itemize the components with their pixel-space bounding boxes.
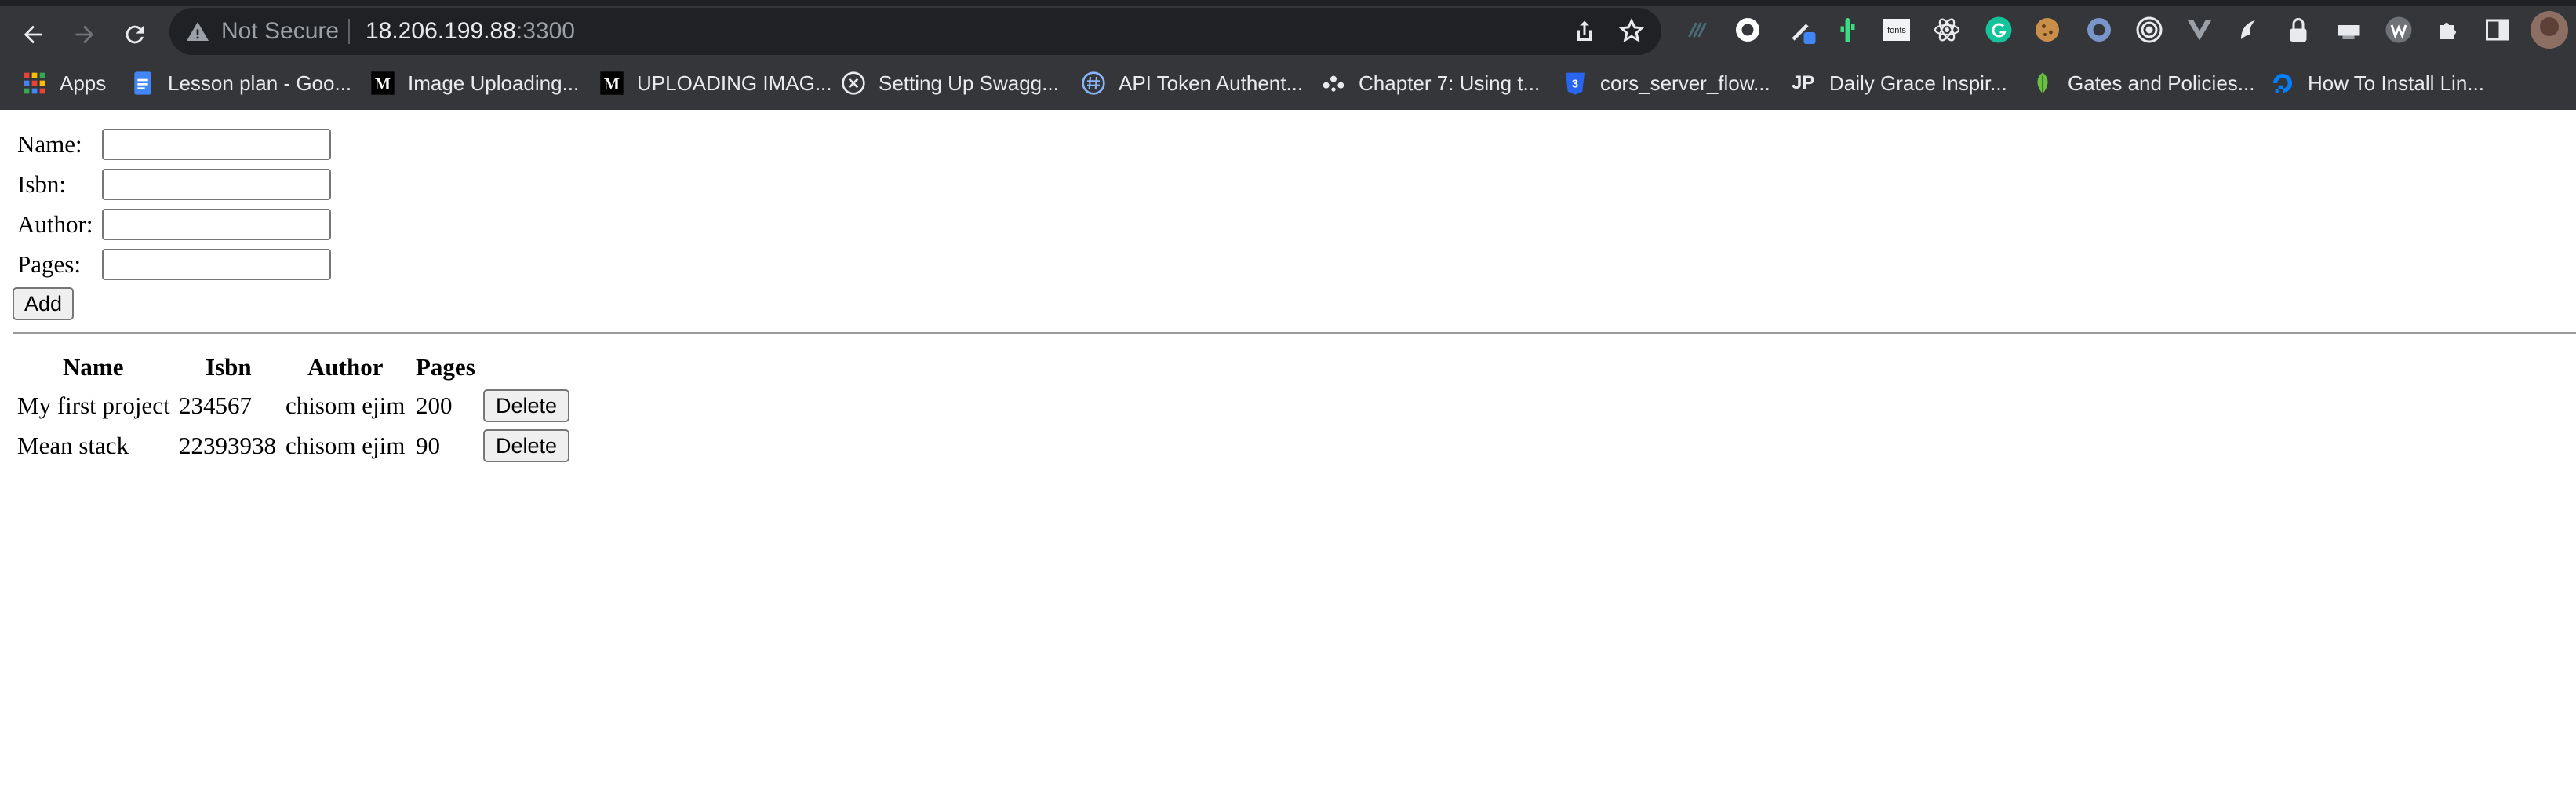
url-text[interactable]: 18.206.199.88:3300 [366,16,575,47]
name-label: Name: [17,130,82,158]
bookmark-how-to-install[interactable]: How To Install Lin... [2270,66,2484,100]
cell-author: chisom ejim [286,392,406,419]
target-icon[interactable] [2135,16,2163,44]
screen-capture-icon[interactable] [2334,16,2363,44]
bookmark-label: Lesson plan - Goo... [168,71,352,95]
bookmark-swagger[interactable]: Setting Up Swagg... [841,66,1059,100]
back-arrow-icon [24,25,42,44]
bookmark-label: cors_server_flow... [1600,71,1770,95]
medium-icon: M [600,71,624,95]
bookmark-label: How To Install Lin... [2308,71,2484,95]
lock-icon[interactable] [2284,16,2312,44]
grammarly-icon[interactable] [1985,16,2013,44]
bookmark-label: Daily Grace Inspir... [1829,71,2007,95]
react-devtools-icon[interactable] [1933,16,1961,44]
bookmark-label: UPLOADING IMAG... [637,71,832,95]
fonts-icon[interactable]: fonts [1883,16,1911,44]
bookmark-star-icon[interactable] [1617,17,1646,46]
record-icon[interactable] [1734,16,1762,44]
dark-reader-icon[interactable] [2234,16,2262,44]
forward-arrow-icon [75,25,94,44]
digitalocean-icon [2273,74,2292,93]
add-button[interactable]: Add [13,287,74,320]
isbn-label: Isbn: [17,170,66,198]
url-host: 18.206.199.88 [366,18,516,44]
cell-pages: 90 [416,432,440,459]
forward-button[interactable] [66,16,104,53]
name-input[interactable] [102,129,331,160]
svg-text:fonts: fonts [1887,26,1906,35]
browser-chrome: Not Secure 18.206.199.88:3300 fonts Apps… [0,0,2576,110]
bookmark-label: Gates and Policies... [2068,71,2255,95]
share-icon[interactable] [1570,17,1599,46]
window-top-strip [0,0,2576,6]
bookmark-lesson-plan[interactable]: Lesson plan - Goo... [130,66,351,100]
reload-icon [126,25,144,44]
warning-icon [187,22,209,41]
cell-pages: 200 [416,392,453,419]
cookie-icon[interactable] [2033,16,2061,44]
delete-button[interactable]: Delete [483,429,569,462]
dots-icon [1323,75,1344,92]
pages-label: Pages: [17,250,81,278]
bookmark-gates-policies[interactable]: Gates and Policies... [2030,66,2254,100]
column-header-name: Name [63,353,124,381]
apps-grid-icon [24,72,45,94]
page-content: Name: Isbn: Author: Pages: Add Name Isbn… [0,110,2576,788]
author-label: Author: [17,210,93,238]
omnibox-divider [348,19,350,44]
column-header-isbn: Isbn [206,353,252,381]
side-panel-icon[interactable] [2483,16,2512,44]
cell-author: chisom ejim [286,432,406,459]
tailwind-icon[interactable] [1683,16,1712,44]
bookmark-cors-server[interactable]: 3 cors_server_flow... [1563,66,1770,100]
bookmark-label: Image Uploading... [408,71,580,95]
back-button[interactable] [14,16,52,53]
wappalyzer-icon[interactable] [2385,16,2413,44]
bookmark-image-uploading[interactable]: M Image Uploading... [370,66,579,100]
bookmark-label: API Token Authent... [1119,71,1304,95]
css3-icon: 3 [1566,72,1585,95]
medium-icon: M [371,71,395,95]
cell-name: My first project [17,392,170,419]
bookmark-label: Apps [60,71,107,95]
bookmark-apps[interactable]: Apps [22,66,106,100]
swagger-icon [842,71,865,95]
profile-avatar[interactable] [2531,11,2568,49]
bookmark-label: Setting Up Swagg... [879,71,1059,95]
cell-isbn: 22393938 [179,432,276,459]
cactus-icon[interactable] [1832,16,1861,44]
delete-button[interactable]: Delete [483,389,569,422]
pages-input[interactable] [102,249,331,280]
hashnode-icon [1082,71,1105,95]
svg-text:M: M [375,75,391,93]
divider [13,332,2576,334]
address-bar[interactable]: Not Secure 18.206.199.88:3300 [169,8,1661,55]
column-header-pages: Pages [416,353,475,381]
eyedropper-icon[interactable] [1788,16,1817,44]
bookmark-daily-grace[interactable]: JP Daily Grace Inspir... [1792,66,2007,100]
url-port: :3300 [515,18,575,44]
cell-name: Mean stack [17,432,129,459]
column-header-author: Author [307,353,384,381]
leaf-icon [2037,72,2048,94]
svg-text:M: M [604,75,620,93]
cell-isbn: 234567 [179,392,252,419]
google-docs-icon [134,71,151,95]
vpn-icon[interactable] [2085,16,2113,44]
author-input[interactable] [102,209,331,240]
reload-button[interactable] [116,16,154,53]
isbn-input[interactable] [102,169,331,200]
not-secure-label[interactable]: Not Secure [221,16,339,47]
vue-devtools-icon[interactable] [2185,16,2214,44]
puzzle-icon[interactable] [2435,16,2463,44]
bookmark-uploading-image[interactable]: M UPLOADING IMAG... [599,66,832,100]
jp-icon: JP [1792,72,1815,93]
bookmark-chapter-7[interactable]: Chapter 7: Using t... [1321,66,1540,100]
svg-text:3: 3 [1572,78,1578,90]
bookmark-api-token[interactable]: API Token Authent... [1081,66,1303,100]
bookmark-label: Chapter 7: Using t... [1359,71,1541,95]
